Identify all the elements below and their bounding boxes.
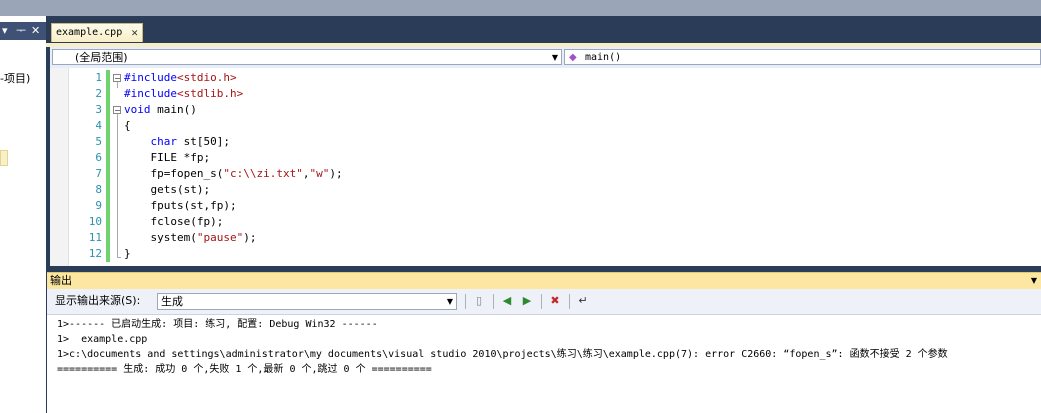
keyword-token: #include xyxy=(124,87,177,100)
toolbar-separator xyxy=(493,294,494,309)
keyword-token: void xyxy=(124,103,151,116)
line-number: 4 xyxy=(95,119,102,132)
toolbar-separator xyxy=(465,294,466,309)
chevron-down-icon[interactable]: ▼ xyxy=(552,50,558,65)
member-value: main() xyxy=(585,52,622,63)
line-number: 5 xyxy=(95,135,102,148)
output-panel-title: 输出 ▼ xyxy=(47,272,1041,289)
solution-explorer-header: ▾ ᅮ ✕ xyxy=(0,22,46,40)
code-token: st[50]; xyxy=(177,135,230,148)
string-token: "c:\\zi.txt" xyxy=(223,167,303,180)
code-token: fputs(st,fp); xyxy=(124,199,237,212)
code-line[interactable]: #include<stdlib.h> xyxy=(124,86,343,102)
code-token: { xyxy=(124,119,131,132)
indicator-margin xyxy=(50,68,69,266)
tab-example-cpp[interactable]: example.cpp ✕ xyxy=(51,23,143,42)
go-to-location-icon[interactable]: ▯ xyxy=(471,294,487,308)
tree-selection-highlight xyxy=(0,150,8,166)
line-number: 10 xyxy=(88,215,102,228)
output-title: 输出 xyxy=(50,274,72,287)
string-token: "w" xyxy=(309,167,330,180)
code-token: ); xyxy=(329,167,343,180)
document-tab-strip: example.cpp ✕ xyxy=(46,16,1041,44)
code-token: system( xyxy=(124,231,197,244)
output-lines: 1>------ 已启动生成: 项目: 练习, 配置: Debug Win32 … xyxy=(57,317,948,377)
line-number: 2 xyxy=(95,87,102,100)
line-number-gutter: 1 2 3 4 5 6 7 8 9 10 11 12 xyxy=(68,70,102,262)
tab-close-icon[interactable]: ✕ xyxy=(131,24,138,42)
code-line[interactable]: fp=fopen_s("c:\\zi.txt","w"); xyxy=(124,166,343,182)
code-token: } xyxy=(124,247,131,260)
code-line[interactable]: #include<stdio.h> xyxy=(124,70,343,86)
toolbar-separator xyxy=(541,294,542,309)
code-line[interactable]: char st[50]; xyxy=(124,134,343,150)
outline-line xyxy=(117,82,118,88)
top-strip xyxy=(0,0,1041,16)
chevron-down-icon[interactable]: ▼ xyxy=(1031,273,1037,289)
code-token: FILE *fp; xyxy=(124,151,211,164)
code-editor[interactable]: 1 2 3 4 5 6 7 8 9 10 11 12 − − #include<stdio.h> #in… xyxy=(50,68,1041,266)
string-token: <stdlib.h> xyxy=(176,87,244,100)
word-wrap-icon[interactable]: ↵ xyxy=(575,294,591,308)
code-line[interactable]: fclose(fp); xyxy=(124,214,343,230)
solution-tree-item[interactable]: -项目) xyxy=(0,70,30,86)
member-dropdown[interactable]: ◆ main() xyxy=(564,49,1041,65)
pin-icon[interactable]: ᅮ xyxy=(16,23,26,39)
output-source-label: 显示输出来源(S): xyxy=(55,294,141,307)
output-line: ========== 生成: 成功 0 个,失败 1 个,最新 0 个,跳过 0… xyxy=(57,364,432,375)
code-text[interactable]: #include<stdio.h> #include<stdlib.h> void … xyxy=(124,70,343,262)
method-icon: ◆ xyxy=(569,52,577,63)
keyword-token: char xyxy=(150,135,178,148)
code-token: fclose(fp); xyxy=(124,215,224,228)
output-text-area[interactable]: 1>------ 已启动生成: 项目: 练习, 配置: Debug Win32 … xyxy=(47,315,1041,413)
line-number: 8 xyxy=(95,183,102,196)
keyword-token: #include xyxy=(124,71,177,84)
line-number: 11 xyxy=(88,231,102,244)
code-line[interactable]: { xyxy=(124,118,343,134)
collapse-icon[interactable]: − xyxy=(113,106,121,115)
code-token: ); xyxy=(243,231,257,244)
outline-line xyxy=(117,114,118,258)
dropdown-icon[interactable]: ▾ xyxy=(2,23,8,39)
next-message-icon[interactable]: ▶ xyxy=(519,294,535,308)
code-line[interactable]: fputs(st,fp); xyxy=(124,198,343,214)
collapse-icon[interactable]: − xyxy=(113,74,121,83)
line-number: 9 xyxy=(95,199,102,212)
line-number: 3 xyxy=(95,103,102,116)
previous-message-icon[interactable]: ◀ xyxy=(499,294,515,308)
scope-dropdown[interactable]: (全局范围) ▼ xyxy=(52,49,562,65)
output-source-value: 生成 xyxy=(161,295,183,308)
output-line: 1>c:\documents and settings\administrato… xyxy=(57,349,948,360)
outline-end xyxy=(117,257,121,258)
change-tracking-bar xyxy=(106,70,110,262)
code-line[interactable]: FILE *fp; xyxy=(124,150,343,166)
chevron-down-icon[interactable]: ▼ xyxy=(447,294,453,310)
code-line[interactable]: gets(st); xyxy=(124,182,343,198)
outlining-margin: − − xyxy=(112,70,124,262)
code-token: main() xyxy=(150,103,197,116)
code-line[interactable]: } xyxy=(124,246,343,262)
output-line: 1> example.cpp xyxy=(57,334,148,345)
code-line[interactable]: void main() xyxy=(124,102,343,118)
output-toolbar: 显示输出来源(S): 生成 ▼ ▯ ◀ ▶ ✖ ↵ xyxy=(47,289,1041,315)
close-icon[interactable]: ✕ xyxy=(31,23,40,39)
tab-label: example.cpp xyxy=(56,27,123,38)
line-number: 7 xyxy=(95,167,102,180)
code-line[interactable]: system("pause"); xyxy=(124,230,343,246)
code-token: gets(st); xyxy=(124,183,211,196)
navigation-bar: (全局范围) ▼ ◆ main() xyxy=(50,47,1041,69)
line-number: 6 xyxy=(95,151,102,164)
clear-all-icon[interactable]: ✖ xyxy=(547,294,563,308)
solution-explorer-panel: ▾ ᅮ ✕ -项目) xyxy=(0,16,46,413)
line-number: 1 xyxy=(95,71,102,84)
string-token: <stdio.h> xyxy=(176,71,237,84)
string-token: "pause" xyxy=(196,231,244,244)
code-token: fp=fopen_s( xyxy=(124,167,224,180)
output-source-dropdown[interactable]: 生成 ▼ xyxy=(157,293,457,310)
line-number: 12 xyxy=(88,247,102,260)
output-line: 1>------ 已启动生成: 项目: 练习, 配置: Debug Win32 … xyxy=(57,319,378,330)
scope-value: (全局范围) xyxy=(75,51,128,64)
toolbar-separator xyxy=(569,294,570,309)
